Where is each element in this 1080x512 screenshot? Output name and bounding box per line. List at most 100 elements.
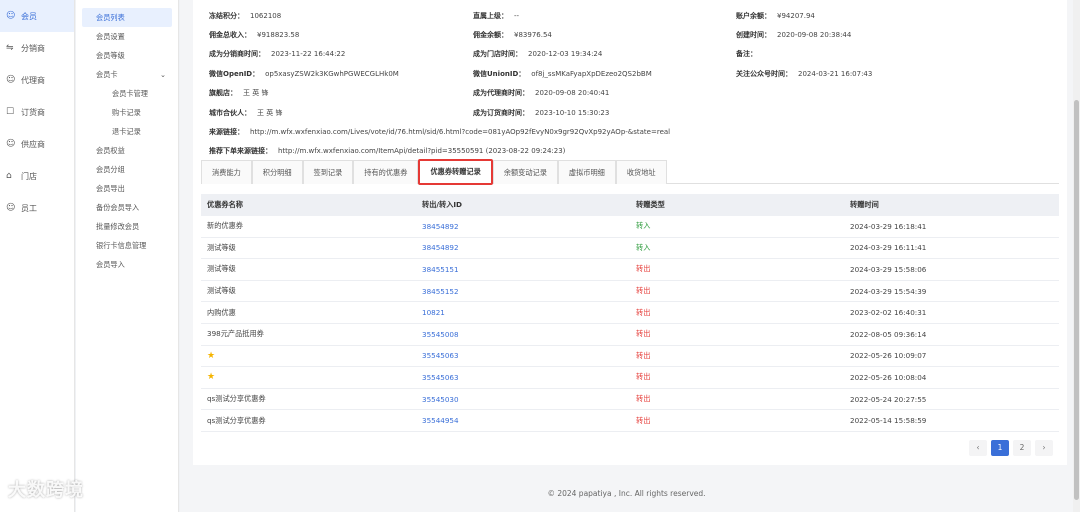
coupon-name-cell: qs测试分享优惠券 xyxy=(207,394,266,404)
table-row: 测试等级 38455151 转出 2024-03-29 15:58:06 xyxy=(201,259,1059,281)
next-page-button[interactable]: › xyxy=(1035,440,1053,456)
sub-nav-item[interactable]: 购卡记录 xyxy=(82,103,172,122)
main-nav-label: 订货商 xyxy=(21,107,45,117)
transfer-time-cell: 2024-03-29 15:58:06 xyxy=(850,264,927,274)
commission-income-value: ¥918823.58 xyxy=(257,31,300,40)
table-row: ★ 35545063 转出 2022-05-26 10:09:07 xyxy=(201,346,1059,368)
transfer-id-link[interactable]: 35545008 xyxy=(416,330,630,339)
source-link-value: http://m.wfx.wxfenxiao.com/Lives/vote/id… xyxy=(250,128,671,137)
footer-copyright: © 2024 papatiya , Inc. All rights reserv… xyxy=(180,475,1073,512)
transfer-id-link[interactable]: 38455152 xyxy=(416,287,630,296)
sub-nav-item[interactable]: 会员等级 xyxy=(82,46,172,65)
transfer-type-cell: 转出 xyxy=(636,307,651,317)
table-row: ★ 35545063 转出 2022-05-26 10:08:04 xyxy=(201,367,1059,389)
transfer-id-link[interactable]: 35545063 xyxy=(416,351,630,360)
agent-time-value: 2020-09-08 20:40:41 xyxy=(535,89,610,98)
table-row: 测试等级 38454892 转入 2024-03-29 16:11:41 xyxy=(201,238,1059,260)
table-row: 内购优惠 10821 转出 2023-02-02 16:40:31 xyxy=(201,302,1059,324)
tab-item[interactable]: 余额变动记录 xyxy=(492,160,558,184)
transfer-id-link[interactable]: 35545063 xyxy=(416,373,630,382)
main-nav-item[interactable]: ☺ 供应商 xyxy=(0,128,74,160)
transfer-type-cell: 转出 xyxy=(636,372,651,382)
coupon-name-cell: 398元产品抵用券 xyxy=(207,329,264,339)
unionid-value: of8j_ssMKaFyapXpDEzeo2QS2bBM xyxy=(531,69,652,78)
scrollbar-thumb[interactable] xyxy=(1074,100,1079,500)
table-row: 测试等级 38455152 转出 2024-03-29 15:54:39 xyxy=(201,281,1059,303)
transfer-id-link[interactable]: 38454892 xyxy=(416,222,630,231)
tab-item[interactable]: 消费能力 xyxy=(201,160,252,184)
transfer-time-cell: 2022-05-26 10:09:07 xyxy=(850,351,927,361)
main-nav-item[interactable]: ☺ 会员 xyxy=(0,0,74,32)
tab-item[interactable]: 优惠券转赠记录 xyxy=(418,159,493,185)
transfer-id-link[interactable]: 38454892 xyxy=(416,243,630,252)
main-nav-item[interactable]: ⇋ 分销商 xyxy=(0,32,74,64)
main-sidebar: ☺ 会员 ⇋ 分销商 ☺ 代理商 ☐ 订货商 ☺ 供应商 ⌂ 门店 ☺ 员工 xyxy=(0,0,75,512)
transfer-type-cell: 转入 xyxy=(636,221,651,231)
tab-item[interactable]: 持有的优惠券 xyxy=(353,160,419,184)
sub-nav-item[interactable]: 银行卡信息管理 xyxy=(82,236,172,255)
table-row: 398元产品抵用券 35545008 转出 2022-08-05 09:36:14 xyxy=(201,324,1059,346)
transfer-id-link[interactable]: 10821 xyxy=(416,308,630,317)
sub-nav-label: 会员卡 xyxy=(96,70,118,79)
main-nav-item[interactable]: ☺ 员工 xyxy=(0,192,74,224)
sub-nav-label: 购卡记录 xyxy=(112,108,141,117)
transfer-time-cell: 2022-05-24 20:27:55 xyxy=(850,394,927,404)
transfer-time-cell: 2022-08-05 09:36:14 xyxy=(850,329,927,339)
transfer-id-link[interactable]: 38455151 xyxy=(416,265,630,274)
pagination: ‹ 1 2 › xyxy=(969,440,1053,456)
coupon-name-cell: 测试等级 xyxy=(207,286,236,296)
sub-nav-item[interactable]: 退卡记录 xyxy=(82,122,172,141)
sub-nav-item[interactable]: 会员权益 xyxy=(82,141,172,160)
prev-page-button[interactable]: ‹ xyxy=(969,440,987,456)
order-icon: ☐ xyxy=(6,107,15,117)
sub-nav-item[interactable]: 会员设置 xyxy=(82,27,172,46)
transfer-type-cell: 转入 xyxy=(636,242,651,252)
transfer-type-cell: 转出 xyxy=(636,329,651,339)
sub-nav-item[interactable]: 会员卡管理 xyxy=(82,84,172,103)
transfer-id-link[interactable]: 35545030 xyxy=(416,395,630,404)
sub-nav-item[interactable]: 会员卡 ⌄ xyxy=(82,65,172,84)
follow-time-value: 2024-03-21 16:07:43 xyxy=(798,69,873,78)
sub-nav-item[interactable]: 会员分组 xyxy=(82,160,172,179)
tab-item[interactable]: 签到记录 xyxy=(302,160,354,184)
transfer-id-link[interactable]: 35544954 xyxy=(416,416,630,425)
transfer-type-cell: 转出 xyxy=(636,415,651,425)
main-nav-item[interactable]: ⌂ 门店 xyxy=(0,160,74,192)
tab-item[interactable]: 收货地址 xyxy=(615,160,667,184)
sub-nav-item[interactable]: 会员导入 xyxy=(82,255,172,274)
sub-nav-label: 会员等级 xyxy=(96,51,125,60)
sub-nav-label: 备份会员导入 xyxy=(96,203,140,212)
watermark-logo: 大数跨境 xyxy=(8,480,84,501)
user-icon: ☺ xyxy=(6,11,16,21)
tab-item[interactable]: 虚拟币明细 xyxy=(557,160,616,184)
agent-icon: ☺ xyxy=(6,75,16,85)
commission-balance-value: ¥83976.54 xyxy=(514,31,552,40)
coupon-transfer-table: 优惠券名称 转出/转入ID 转赠类型 转赠时间 新的优惠券 38454892 转入 2… xyxy=(201,194,1059,432)
header-transfer-time: 转赠时间 xyxy=(850,200,879,209)
coupon-name-cell: 测试等级 xyxy=(207,242,236,252)
sub-nav-label: 会员权益 xyxy=(96,146,125,155)
sub-nav-item[interactable]: 备份会员导入 xyxy=(82,198,172,217)
main-nav-item[interactable]: ☐ 订货商 xyxy=(0,96,74,128)
sub-nav-label: 会员列表 xyxy=(96,13,125,22)
tab-item[interactable]: 积分明细 xyxy=(251,160,303,184)
page-scrollbar[interactable] xyxy=(1073,0,1080,512)
transfer-time-cell: 2022-05-26 10:08:04 xyxy=(850,372,927,382)
sub-nav-item[interactable]: 会员导出 xyxy=(82,179,172,198)
main-nav-label: 代理商 xyxy=(21,75,45,85)
account-balance-value: ¥94207.94 xyxy=(777,11,815,20)
flagship-value: 王 英 锋 xyxy=(243,89,269,98)
header-transfer-type: 转赠类型 xyxy=(636,200,665,209)
page-number-button[interactable]: 2 xyxy=(1013,440,1031,456)
coupon-name-cell: 新的优惠券 xyxy=(207,221,243,231)
sub-nav-item[interactable]: 批量修改会员 xyxy=(82,217,172,236)
share-icon: ⇋ xyxy=(6,43,14,53)
main-nav-label: 分销商 xyxy=(21,43,45,53)
transfer-type-cell: 转出 xyxy=(636,350,651,360)
staff-icon: ☺ xyxy=(6,203,16,213)
recommend-link-value: http://m.wfx.wxfenxiao.com/ItemApi/detai… xyxy=(278,147,566,156)
page-number-button[interactable]: 1 xyxy=(991,440,1009,456)
transfer-time-cell: 2024-03-29 16:18:41 xyxy=(850,221,927,231)
main-nav-item[interactable]: ☺ 代理商 xyxy=(0,64,74,96)
sub-nav-item[interactable]: 会员列表 xyxy=(82,8,172,27)
